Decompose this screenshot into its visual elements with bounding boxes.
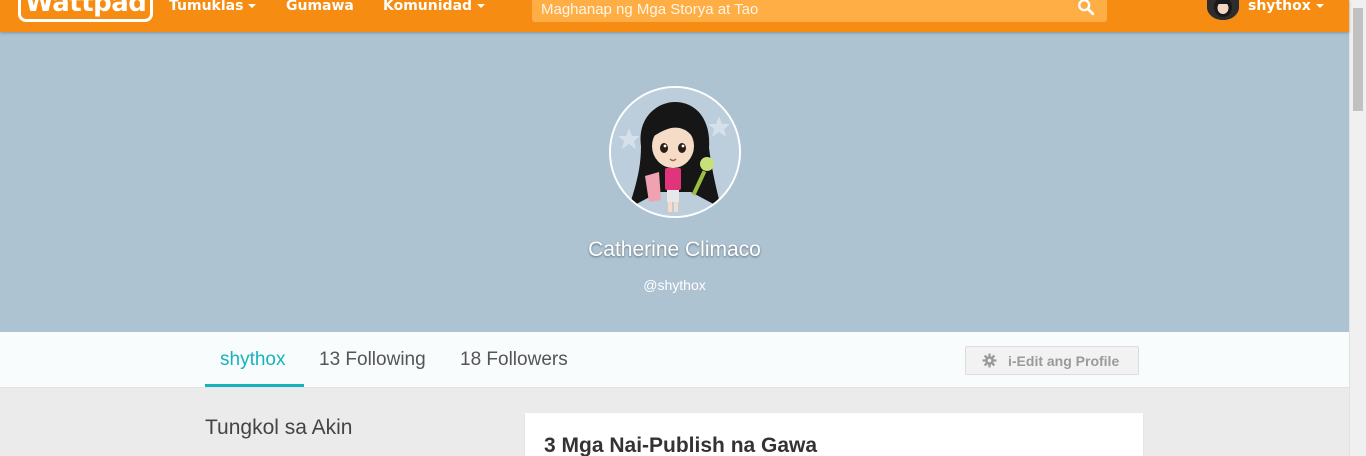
nav-komunidad[interactable]: Komunidad: [383, 0, 486, 14]
published-works-heading: 3 Mga Nai-Publish na Gawa: [544, 434, 818, 456]
tab-followers[interactable]: 18 Followers: [460, 349, 568, 371]
published-works-card: 3 Mga Nai-Publish na Gawa: [525, 413, 1143, 456]
search-icon[interactable]: [1077, 0, 1095, 16]
gear-icon: [982, 353, 997, 368]
edit-profile-button[interactable]: i-Edit ang Profile: [965, 346, 1139, 375]
about-me-heading: Tungkol sa Akin: [205, 416, 353, 439]
user-menu[interactable]: shythox: [1248, 0, 1324, 14]
scrollbar-thumb[interactable]: [1353, 8, 1363, 111]
nav-gumawa-label: Gumawa: [286, 0, 354, 14]
tab-profile[interactable]: shythox: [220, 349, 285, 371]
avatar-image: [1207, 0, 1239, 20]
active-tab-indicator: [205, 384, 304, 387]
search-input[interactable]: [532, 0, 1072, 22]
profile-full-name: Catherine Climaco: [588, 238, 761, 261]
nav-tumuklas-label: Tumuklas: [169, 0, 244, 14]
chevron-down-icon: [477, 4, 486, 8]
tab-following[interactable]: 13 Following: [319, 349, 426, 371]
edit-profile-label: i-Edit ang Profile: [1008, 353, 1120, 369]
user-avatar[interactable]: [1207, 0, 1239, 20]
profile-tabbar: shythox 13 Following 18 Followers i-Edit…: [0, 332, 1349, 388]
nav-komunidad-label: Komunidad: [383, 0, 473, 14]
page-scrollbar[interactable]: [1349, 0, 1366, 456]
wattpad-logo[interactable]: Wattpad: [18, 0, 154, 22]
nav-gumawa[interactable]: Gumawa: [286, 0, 354, 14]
profile-header: Catherine Climaco @shythox: [0, 32, 1349, 332]
username-label: shythox: [1248, 0, 1311, 14]
top-navbar: Wattpad Tumuklas Gumawa Komunidad shytho…: [0, 0, 1349, 32]
profile-handle: @shythox: [643, 277, 706, 293]
search-bar: [532, 0, 1107, 22]
profile-avatar-image: [611, 88, 739, 216]
profile-avatar: [609, 86, 741, 218]
nav-tumuklas[interactable]: Tumuklas: [169, 0, 257, 14]
chevron-down-icon: [1315, 4, 1324, 8]
chevron-down-icon: [248, 4, 257, 8]
